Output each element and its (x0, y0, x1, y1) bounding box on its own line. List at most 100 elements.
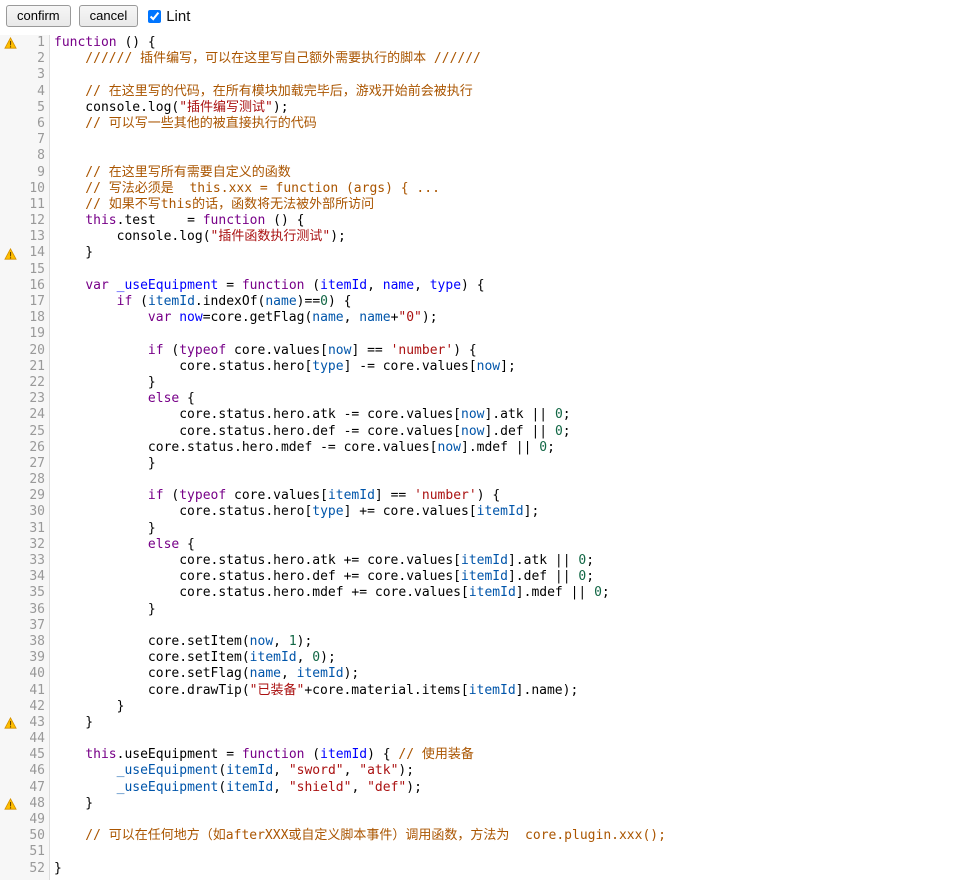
gutter-marker-cell (0, 634, 20, 650)
code-line-text[interactable] (50, 132, 962, 148)
code-line: 28 (0, 472, 962, 488)
line-number: 36 (20, 602, 50, 618)
code-line-text[interactable]: core.status.hero.atk -= core.values[now]… (50, 407, 962, 423)
code-line-text[interactable] (50, 812, 962, 828)
lint-warning-marker[interactable]: ! (0, 245, 20, 261)
code-line-text[interactable]: ////// 插件编写，可以在这里写自己额外需要执行的脚本 ////// (50, 51, 962, 67)
code-line: 22 } (0, 375, 962, 391)
line-number: 17 (20, 294, 50, 310)
line-number: 48 (20, 796, 50, 812)
code-line-text[interactable]: var _useEquipment = function (itemId, na… (50, 278, 962, 294)
code-line-text[interactable]: core.setFlag(name, itemId); (50, 666, 962, 682)
code-line-text[interactable]: console.log("插件编写测试"); (50, 100, 962, 116)
code-line-text[interactable] (50, 148, 962, 164)
code-line-text[interactable] (50, 618, 962, 634)
code-line-text[interactable]: console.log("插件函数执行测试"); (50, 229, 962, 245)
code-line-text[interactable]: core.status.hero[type] += core.values[it… (50, 504, 962, 520)
code-line-text[interactable]: core.status.hero.mdef += core.values[ite… (50, 585, 962, 601)
line-number: 32 (20, 537, 50, 553)
code-line-text[interactable]: core.status.hero.def += core.values[item… (50, 569, 962, 585)
code-line-text[interactable]: var now=core.getFlag(name, name+"0"); (50, 310, 962, 326)
lint-toggle[interactable]: Lint (148, 8, 190, 25)
code-line-text[interactable]: // 如果不写this的话，函数将无法被外部所访问 (50, 197, 962, 213)
gutter-marker-cell (0, 472, 20, 488)
line-number: 1 (20, 35, 50, 51)
code-line-text[interactable] (50, 844, 962, 860)
code-line-text[interactable] (50, 262, 962, 278)
code-lines: !1function () {2 ////// 插件编写，可以在这里写自己额外需… (0, 35, 962, 877)
code-line-text[interactable]: } (50, 602, 962, 618)
code-line: !14 } (0, 245, 962, 261)
gutter-marker-cell (0, 650, 20, 666)
code-line-text[interactable]: } (50, 375, 962, 391)
code-line-text[interactable] (50, 326, 962, 342)
code-line-text[interactable]: this.useEquipment = function (itemId) { … (50, 747, 962, 763)
confirm-button[interactable]: confirm (6, 5, 71, 27)
code-line-text[interactable]: else { (50, 537, 962, 553)
code-line: 16 var _useEquipment = function (itemId,… (0, 278, 962, 294)
code-line-text[interactable]: core.status.hero.mdef -= core.values[now… (50, 440, 962, 456)
gutter-marker-cell (0, 100, 20, 116)
code-line-text[interactable]: // 可以在任何地方（如afterXXX或自定义脚本事件）调用函数，方法为 co… (50, 828, 962, 844)
svg-text:!: ! (8, 720, 13, 729)
code-line-text[interactable]: core.setItem(now, 1); (50, 634, 962, 650)
lint-checkbox[interactable] (148, 10, 161, 23)
code-line-text[interactable]: core.status.hero.atk += core.values[item… (50, 553, 962, 569)
code-line-text[interactable]: } (50, 699, 962, 715)
code-line-text[interactable]: if (typeof core.values[itemId] == 'numbe… (50, 488, 962, 504)
code-line-text[interactable]: if (itemId.indexOf(name)==0) { (50, 294, 962, 310)
warning-icon: ! (4, 37, 17, 49)
code-line-text[interactable]: // 在这里写所有需要自定义的函数 (50, 165, 962, 181)
line-number: 10 (20, 181, 50, 197)
code-line: 17 if (itemId.indexOf(name)==0) { (0, 294, 962, 310)
line-number: 51 (20, 844, 50, 860)
code-line: 3 (0, 67, 962, 83)
gutter-marker-cell (0, 165, 20, 181)
code-line-text[interactable]: } (50, 245, 962, 261)
code-line-text[interactable]: } (50, 715, 962, 731)
gutter-marker-cell (0, 504, 20, 520)
code-line-text[interactable]: } (50, 861, 962, 877)
line-number: 12 (20, 213, 50, 229)
code-line-text[interactable] (50, 67, 962, 83)
code-line-text[interactable]: this.test = function () { (50, 213, 962, 229)
lint-warning-marker[interactable]: ! (0, 35, 20, 51)
code-line-text[interactable]: core.status.hero[type] -= core.values[no… (50, 359, 962, 375)
line-number: 2 (20, 51, 50, 67)
code-line-text[interactable]: _useEquipment(itemId, "shield", "def"); (50, 780, 962, 796)
code-line-text[interactable]: core.setItem(itemId, 0); (50, 650, 962, 666)
code-line-text[interactable]: if (typeof core.values[now] == 'number')… (50, 343, 962, 359)
code-line: 30 core.status.hero[type] += core.values… (0, 504, 962, 520)
code-line-text[interactable] (50, 731, 962, 747)
cancel-button[interactable]: cancel (79, 5, 139, 27)
code-line: 32 else { (0, 537, 962, 553)
line-number: 23 (20, 391, 50, 407)
gutter-marker-cell (0, 343, 20, 359)
code-editor[interactable]: !1function () {2 ////// 插件编写，可以在这里写自己额外需… (0, 32, 962, 880)
lint-warning-marker[interactable]: ! (0, 715, 20, 731)
code-line-text[interactable]: // 在这里写的代码，在所有模块加载完毕后，游戏开始前会被执行 (50, 84, 962, 100)
code-line: 10 // 写法必须是 this.xxx = function (args) {… (0, 181, 962, 197)
code-line-text[interactable]: } (50, 521, 962, 537)
code-line: !48 } (0, 796, 962, 812)
code-line-text[interactable]: } (50, 456, 962, 472)
code-line: 47 _useEquipment(itemId, "shield", "def"… (0, 780, 962, 796)
lint-warning-marker[interactable]: ! (0, 796, 20, 812)
svg-text:!: ! (8, 251, 13, 260)
code-line-text[interactable]: // 可以写一些其他的被直接执行的代码 (50, 116, 962, 132)
code-line-text[interactable]: // 写法必须是 this.xxx = function (args) { ..… (50, 181, 962, 197)
code-line-text[interactable]: core.drawTip("已装备"+core.material.items[i… (50, 683, 962, 699)
code-line: 40 core.setFlag(name, itemId); (0, 666, 962, 682)
gutter-marker-cell (0, 424, 20, 440)
code-line-text[interactable] (50, 472, 962, 488)
code-line-text[interactable]: else { (50, 391, 962, 407)
line-number: 31 (20, 521, 50, 537)
code-line-text[interactable]: function () { (50, 35, 962, 51)
code-line: !43 } (0, 715, 962, 731)
code-line-text[interactable]: } (50, 796, 962, 812)
code-line-text[interactable]: _useEquipment(itemId, "sword", "atk"); (50, 763, 962, 779)
line-number: 27 (20, 456, 50, 472)
line-number: 26 (20, 440, 50, 456)
code-line-text[interactable]: core.status.hero.def -= core.values[now]… (50, 424, 962, 440)
line-number: 49 (20, 812, 50, 828)
